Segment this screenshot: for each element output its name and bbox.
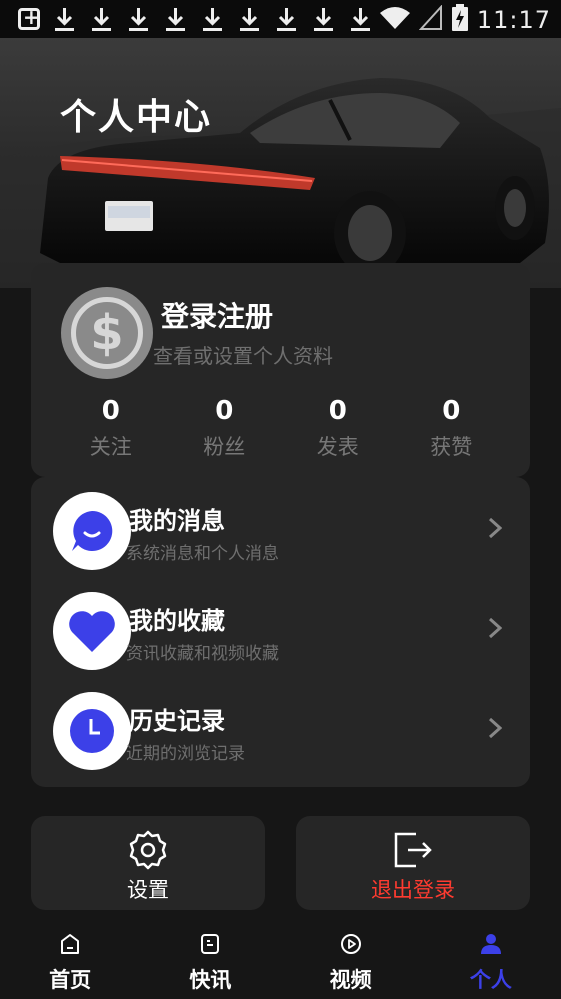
menu-item-title: 我的消息	[129, 507, 225, 535]
status-bar-system: 11:17	[379, 4, 551, 36]
stat-value: 0	[215, 396, 234, 426]
video-icon	[340, 934, 361, 954]
menu-item-subtitle: 近期的浏览记录	[126, 744, 245, 764]
nav-item-news[interactable]: 快讯	[140, 924, 280, 999]
download-icon	[200, 6, 225, 32]
stat-label: 粉丝	[203, 435, 246, 459]
download-icon	[163, 6, 188, 32]
menu-item-title: 历史记录	[129, 707, 225, 735]
profile-card: $ 登录注册 查看或设置个人资料 0 关注 0 粉丝 0 发表 0 获赞	[31, 263, 530, 477]
menu-item-subtitle: 系统消息和个人消息	[126, 544, 279, 564]
logout-icon	[394, 832, 432, 868]
stat-label: 关注	[89, 435, 132, 459]
profile-subtitle: 查看或设置个人资料	[153, 344, 333, 368]
home-icon	[61, 934, 80, 954]
menu-item-messages[interactable]: 我的消息 系统消息和个人消息	[31, 477, 530, 577]
status-time: 11:17	[476, 6, 551, 34]
stat-value: 0	[328, 396, 347, 426]
download-icon	[348, 6, 373, 32]
menu-item-title: 我的收藏	[129, 607, 225, 635]
logout-button[interactable]: 退出登录	[296, 816, 530, 910]
stat-likes[interactable]: 0 获赞	[395, 393, 509, 461]
car-image	[0, 38, 561, 288]
settings-label: 设置	[127, 878, 169, 902]
download-icon	[274, 6, 299, 32]
avatar[interactable]: $	[61, 287, 153, 379]
chevron-right-icon	[488, 717, 502, 739]
header-banner: 个人中心	[0, 38, 561, 288]
download-icon	[311, 6, 336, 32]
download-icon	[126, 6, 151, 32]
nav-item-profile[interactable]: 个人	[421, 924, 561, 999]
screenshot-icon	[18, 5, 40, 30]
nav-label: 视频	[329, 968, 372, 992]
chevron-right-icon	[488, 517, 502, 539]
page-title: 个人中心	[60, 97, 213, 138]
battery-charging-icon	[451, 4, 469, 36]
download-icon	[237, 6, 262, 32]
person-icon	[480, 934, 501, 954]
stat-posts[interactable]: 0 发表	[281, 393, 395, 461]
nav-label: 个人	[469, 968, 512, 992]
stat-following[interactable]: 0 关注	[54, 393, 168, 461]
chevron-right-icon	[488, 617, 502, 639]
menu-item-history[interactable]: 历史记录 近期的浏览记录	[31, 677, 530, 777]
stat-followers[interactable]: 0 粉丝	[168, 393, 282, 461]
stat-value: 0	[101, 396, 120, 426]
clock-icon	[53, 692, 131, 770]
stat-value: 0	[442, 396, 461, 426]
status-bar: 11:17	[0, 0, 561, 38]
nav-item-home[interactable]: 首页	[0, 924, 140, 999]
status-bar-notifications	[18, 5, 373, 32]
signal-icon	[418, 4, 443, 35]
bottom-nav: 首页 快讯 视频 个人	[0, 924, 561, 999]
logout-label: 退出登录	[371, 878, 455, 902]
download-icon	[52, 6, 77, 32]
settings-button[interactable]: 设置	[31, 816, 265, 910]
dollar-icon: $	[71, 297, 143, 369]
menu-card: 我的消息 系统消息和个人消息 我的收藏 资讯收藏和视频收藏 历史记录 近期的浏览…	[31, 477, 530, 787]
gear-icon	[129, 830, 167, 870]
login-register-link[interactable]: 登录注册	[161, 295, 273, 335]
profile-stats: 0 关注 0 粉丝 0 发表 0 获赞	[54, 393, 508, 461]
heart-icon	[53, 592, 131, 670]
stat-label: 发表	[316, 435, 359, 459]
stat-label: 获赞	[430, 435, 473, 459]
nav-label: 快讯	[189, 968, 232, 992]
menu-item-favorites[interactable]: 我的收藏 资讯收藏和视频收藏	[31, 577, 530, 677]
menu-item-subtitle: 资讯收藏和视频收藏	[126, 644, 279, 664]
nav-item-video[interactable]: 视频	[281, 924, 421, 999]
wifi-icon	[379, 5, 411, 35]
nav-label: 首页	[49, 968, 92, 992]
message-icon	[53, 492, 131, 570]
download-icon	[89, 6, 114, 32]
news-icon	[201, 934, 220, 954]
